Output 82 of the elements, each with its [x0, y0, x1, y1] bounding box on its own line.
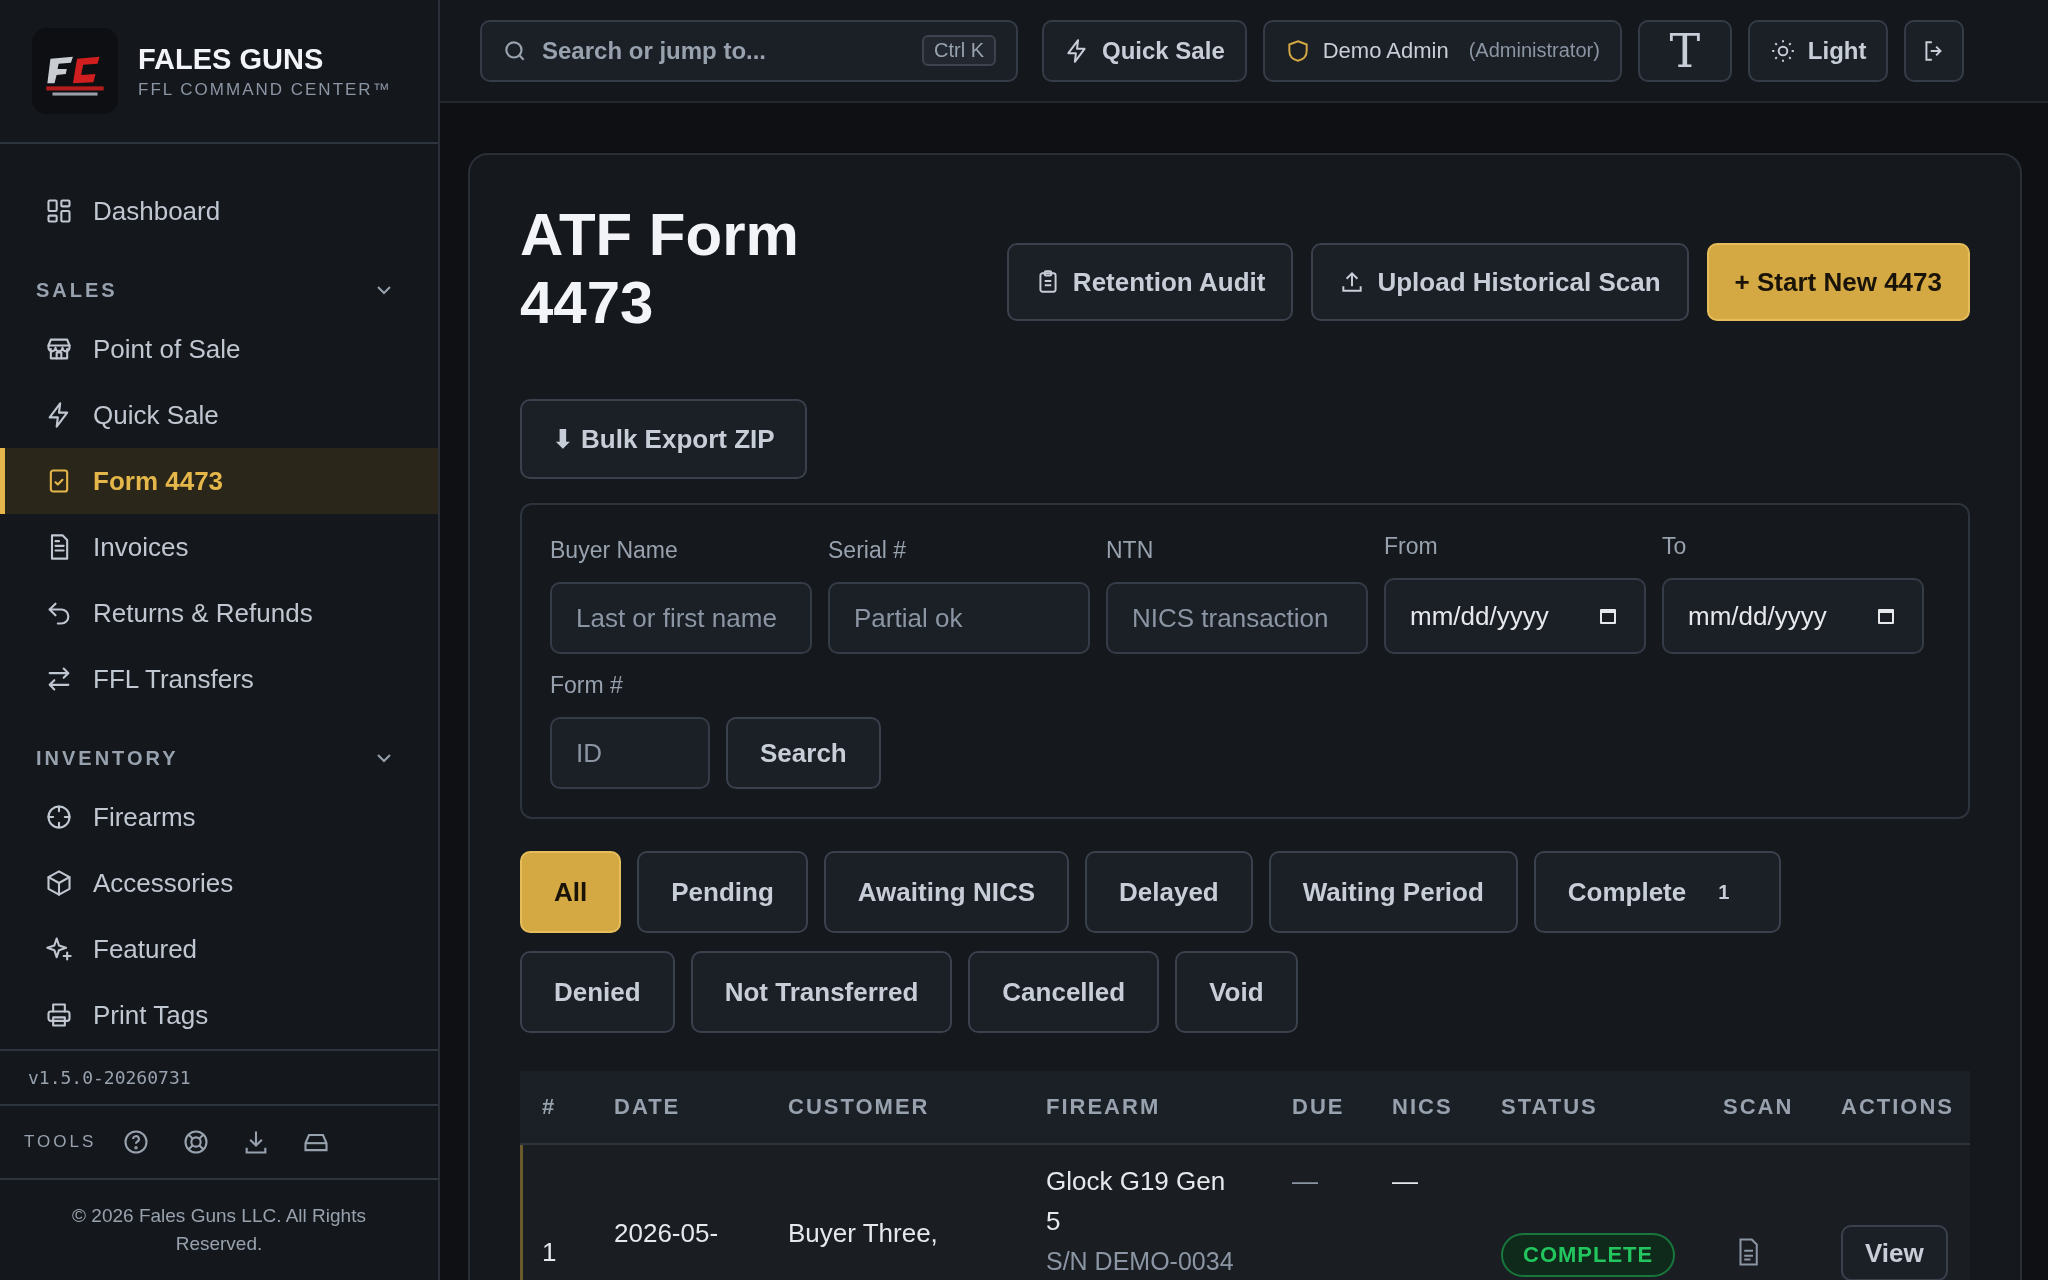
search-bar[interactable]: Search or jump to... Ctrl K — [480, 19, 1018, 82]
quick-sale-button[interactable]: Quick Sale — [1042, 19, 1247, 82]
sidebar-item[interactable]: Accessories — [0, 850, 438, 916]
table-cell-text: 2026-05- — [613, 1217, 720, 1250]
status-filter-tab[interactable]: Complete 1 — [1533, 851, 1782, 933]
bulk-export-button[interactable]: ⬇ Bulk Export ZIP — [520, 399, 807, 479]
sun-icon — [1769, 37, 1796, 64]
start-new-button[interactable]: + Start New 4473 — [1706, 243, 1970, 321]
status-filter-tab[interactable]: Awaiting NICS — [823, 851, 1069, 933]
copyright-text: © 2026 Fales Guns LLC. All Rights Reserved. — [72, 1205, 366, 1254]
box-icon — [45, 869, 73, 897]
sidebar-item[interactable]: Returns & Refunds — [0, 580, 438, 646]
printer-icon — [45, 1001, 73, 1029]
column-header: STATUS — [1500, 1094, 1599, 1120]
status-filter-tab[interactable]: Delayed — [1085, 851, 1253, 933]
sidebar-item[interactable]: Firearms — [0, 784, 438, 850]
table-cell-text: 1 — [541, 1236, 558, 1267]
date-field[interactable]: mm/dd/yyyy — [1384, 578, 1646, 654]
date-field[interactable]: mm/dd/yyyy — [1662, 578, 1924, 654]
font-size-button[interactable]: T — [1637, 19, 1732, 82]
input-field[interactable]: NICS transaction — [1106, 582, 1368, 654]
user-name: Demo Admin — [1322, 37, 1449, 64]
status-filter-tab[interactable]: Not Transferred — [690, 951, 953, 1033]
field-label: Buyer Name — [550, 537, 679, 564]
page-title: ATF Form 4473 — [520, 201, 800, 337]
status-filter-tab[interactable]: Void — [1175, 951, 1298, 1033]
grid-icon — [45, 197, 73, 225]
sparkle-icon — [45, 935, 73, 963]
table-cell-text: — — [1391, 1165, 1419, 1198]
retention-audit-button[interactable]: Retention Audit — [1006, 243, 1294, 321]
sidebar-item[interactable]: Featured — [0, 916, 438, 982]
input-field[interactable]: Last or first name — [550, 582, 812, 654]
search-field[interactable]: Search or jump to... — [540, 35, 910, 66]
count-label: 1 — [1718, 880, 1730, 904]
firearm-name: Glock G19 Gen 5 — [1046, 1165, 1227, 1238]
version-label: v1.5.0-20260731 — [28, 1067, 191, 1088]
section-header[interactable]: SALES — [0, 244, 438, 316]
status-filter-tab[interactable]: Waiting Period — [1268, 851, 1518, 933]
tools-label: TOOLS — [24, 1132, 97, 1152]
field-label: Form # — [550, 672, 624, 699]
sidebar-item[interactable]: Quick Sale — [0, 382, 438, 448]
column-header: DATE — [613, 1094, 682, 1120]
sidebar-item[interactable]: FFL Transfers — [0, 646, 438, 712]
user-role: (Administrator) — [1468, 39, 1600, 62]
status-badge: COMPLETE — [1501, 1233, 1676, 1277]
column-header: FIREARM — [1045, 1094, 1162, 1120]
field-label: From — [1384, 533, 1439, 560]
view-button[interactable]: View — [1841, 1225, 1948, 1280]
column-header: DUE — [1291, 1094, 1346, 1120]
column-header: CUSTOMER — [787, 1094, 931, 1120]
column-header: ACTIONS — [1840, 1094, 1955, 1120]
brand-name: FALES GUNS — [138, 42, 325, 76]
status-filter-tab[interactable]: Cancelled — [968, 951, 1160, 1033]
crosshair-icon — [45, 803, 73, 831]
sidebar-item[interactable]: Point of Sale — [0, 316, 438, 382]
theme-button[interactable]: Light — [1747, 19, 1889, 82]
shortcut-badge: Ctrl K — [922, 35, 996, 66]
sidebar-item[interactable]: Form 4473 — [0, 448, 438, 514]
input-field[interactable]: Partial ok — [828, 582, 1090, 654]
search-button[interactable]: Search — [726, 717, 881, 789]
status-filter-tab[interactable]: All — [520, 851, 622, 933]
serial-number: S/N DEMO-0034 — [1046, 1246, 1235, 1277]
field-label: NTN — [1106, 537, 1155, 564]
table-cell-text: — — [1291, 1165, 1319, 1198]
brand-tagline: FFL COMMAND CENTER™ — [138, 79, 392, 100]
status-filter-tab[interactable]: Denied — [520, 951, 675, 1033]
field-label: To — [1662, 533, 1688, 560]
user-button[interactable]: Demo Admin (Administrator) — [1262, 19, 1622, 82]
column-header: # — [541, 1094, 558, 1120]
logout-button[interactable] — [1904, 19, 1965, 82]
status-filter-tab[interactable]: Pending — [637, 851, 808, 933]
upload-scan-button[interactable]: Upload Historical Scan — [1311, 243, 1689, 321]
column-header: SCAN — [1722, 1094, 1795, 1120]
field-label: Serial # — [828, 537, 907, 564]
sidebar-item[interactable]: Print Tags — [0, 982, 438, 1048]
sidebar-item[interactable]: Dashboard — [0, 178, 438, 244]
table-cell-text: Buyer Three, — [787, 1217, 939, 1250]
sidebar-item[interactable]: Invoices — [0, 514, 438, 580]
column-header: NICS — [1391, 1094, 1454, 1120]
logo-icon — [32, 28, 118, 114]
input-field[interactable]: ID — [550, 717, 710, 789]
section-header[interactable]: INVENTORY — [0, 712, 438, 784]
